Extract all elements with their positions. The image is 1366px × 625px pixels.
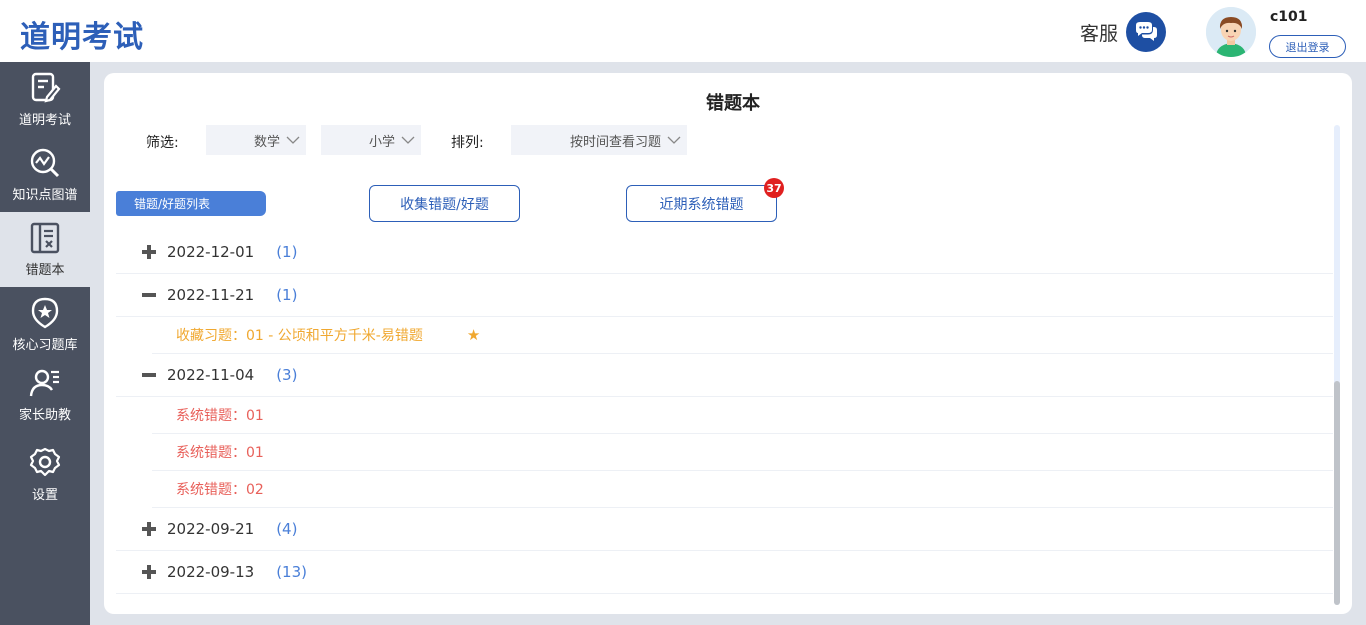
sidebar: 道明考试 知识点图谱 错题本 核心习题库 家长助教 设置: [0, 62, 90, 625]
sidebar-item-exam[interactable]: 道明考试: [0, 62, 90, 137]
subject-select[interactable]: 数学: [206, 125, 306, 155]
expand-plus-icon[interactable]: [141, 564, 157, 580]
error-item-label: 系统错题：01: [176, 445, 264, 461]
service-label[interactable]: 客服: [1080, 19, 1118, 46]
collect-button[interactable]: 收集错题/好题: [369, 185, 520, 222]
group-count: (1): [276, 243, 298, 261]
date-group-row[interactable]: 2022-11-04 (3): [116, 354, 1333, 397]
level-select[interactable]: 小学: [321, 125, 421, 155]
collapse-minus-icon[interactable]: [141, 367, 157, 383]
customer-service[interactable]: 客服: [1080, 12, 1167, 52]
tab-error-list[interactable]: 错题/好题列表: [116, 191, 266, 216]
error-item-label: 系统错题：01: [176, 408, 264, 424]
parent-user-icon: [29, 369, 59, 397]
date-group-row[interactable]: 2022-11-21 (1): [116, 274, 1333, 317]
group-count: (3): [276, 366, 298, 384]
sidebar-item-label: 核心习题库: [12, 338, 78, 353]
date-group-row[interactable]: 2022-09-13 (13): [116, 551, 1333, 594]
sidebar-item-label: 知识点图谱: [12, 188, 78, 203]
scrollbar-thumb[interactable]: [1334, 381, 1340, 605]
group-date: 2022-11-21: [167, 286, 255, 304]
top-header: 道明考试 客服 c101 退出登录: [0, 0, 1366, 62]
sidebar-item-label: 设置: [31, 488, 58, 503]
sidebar-item-label: 家长助教: [18, 408, 71, 423]
sidebar-item-label: 错题本: [25, 263, 65, 278]
error-item[interactable]: 系统错题：02: [152, 471, 1333, 508]
sidebar-item-error-book[interactable]: 错题本: [0, 212, 90, 287]
favorite-item-label: 收藏习题：01 - 公顷和平方千米-易错题: [176, 328, 423, 344]
app-logo[interactable]: 道明考试: [20, 12, 144, 56]
chat-bubble-icon[interactable]: [1126, 12, 1167, 52]
subject-select-value: 数学: [253, 134, 280, 150]
favorite-item[interactable]: 收藏习题：01 - 公顷和平方千米-易错题 ★: [152, 317, 1333, 354]
sidebar-item-settings[interactable]: 设置: [0, 437, 90, 512]
date-group-row[interactable]: 2022-09-21 (4): [116, 508, 1333, 551]
sidebar-item-core-bank[interactable]: 核心习题库: [0, 287, 90, 362]
gear-icon: [29, 447, 61, 477]
error-item[interactable]: 系统错题：01: [152, 434, 1333, 471]
group-count: (1): [276, 286, 298, 304]
chevron-down-icon: [286, 136, 300, 144]
page-title: 错题本: [706, 93, 760, 114]
main-panel: 错题本 筛选: 数学 小学 排列: 按时间查看习题 错题/好题列表 收集错题/好…: [104, 73, 1352, 614]
sidebar-item-parent[interactable]: 家长助教: [0, 362, 90, 427]
recent-errors-button[interactable]: 近期系统错题: [626, 185, 777, 222]
error-book-icon: [30, 222, 60, 254]
filter-label: 筛选:: [146, 135, 179, 151]
level-select-value: 小学: [368, 134, 395, 150]
error-item-label: 系统错题：02: [176, 482, 264, 498]
sort-select-value: 按时间查看习题: [569, 134, 661, 150]
expand-plus-icon[interactable]: [141, 521, 157, 537]
group-count: (13): [276, 563, 307, 581]
scrollbar[interactable]: [1334, 125, 1340, 605]
sidebar-item-label: 道明考试: [18, 113, 71, 128]
group-count: (4): [276, 520, 298, 538]
group-date: 2022-12-01: [167, 243, 255, 261]
logout-button[interactable]: 退出登录: [1269, 35, 1346, 58]
date-group-row[interactable]: 2022-12-01 (1): [116, 231, 1333, 274]
exam-edit-icon: [31, 72, 61, 103]
chevron-down-icon: [667, 136, 681, 144]
error-item[interactable]: 系统错题：01: [152, 397, 1333, 434]
user-avatar[interactable]: [1206, 7, 1256, 57]
sort-label: 排列:: [451, 135, 484, 151]
group-date: 2022-09-21: [167, 520, 255, 538]
sidebar-item-knowledge[interactable]: 知识点图谱: [0, 137, 90, 212]
chevron-down-icon: [401, 136, 415, 144]
recent-errors-badge: 37: [764, 178, 784, 198]
group-date: 2022-09-13: [167, 563, 255, 581]
star-icon[interactable]: ★: [467, 326, 480, 344]
error-group-list: 2022-12-01 (1) 2022-11-21 (1) 收藏习题：01 - …: [116, 231, 1333, 594]
collapse-minus-icon[interactable]: [141, 287, 157, 303]
knowledge-graph-icon: [30, 148, 60, 178]
expand-plus-icon[interactable]: [141, 244, 157, 260]
star-badge-icon: [31, 297, 59, 329]
username: c101: [1270, 9, 1308, 25]
group-date: 2022-11-04: [167, 366, 255, 384]
sort-select[interactable]: 按时间查看习题: [511, 125, 687, 155]
